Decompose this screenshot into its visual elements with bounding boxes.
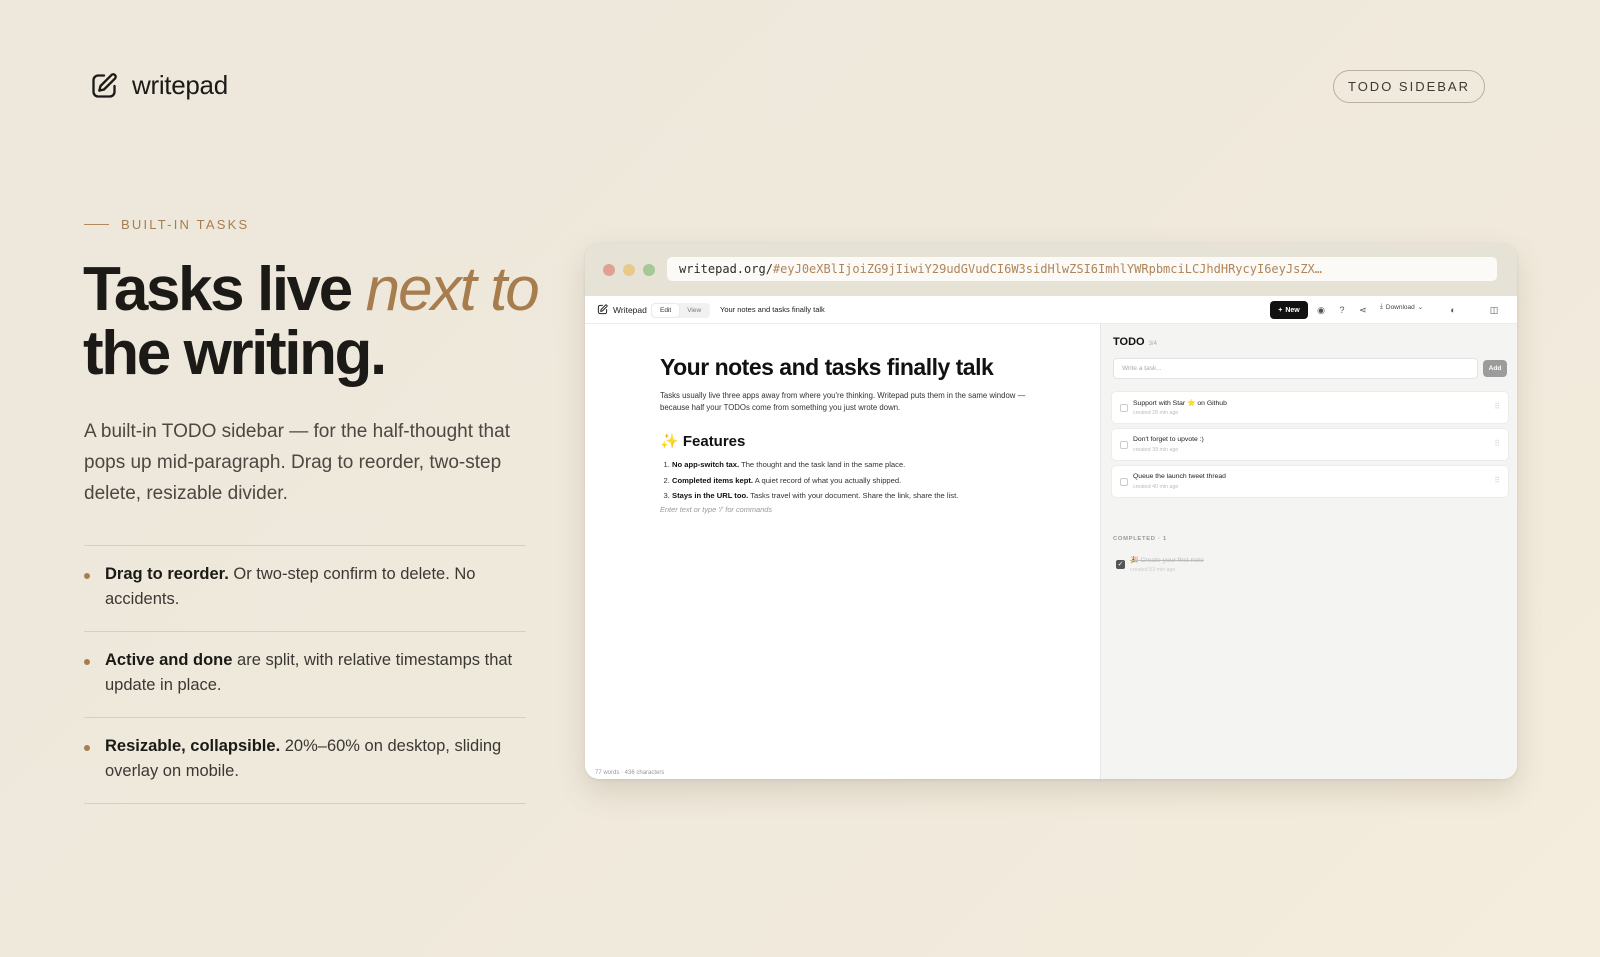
task-text: Support with Star ⭐ on Github: [1133, 400, 1227, 407]
completed-heading: COMPLETED · 1: [1113, 536, 1167, 542]
help-icon[interactable]: ?: [1336, 304, 1348, 316]
feature-item: Resizable, collapsible. 20%–60% on deskt…: [84, 718, 526, 804]
theme-icon[interactable]: ◐: [1447, 304, 1459, 316]
list-bold: Completed items kept.: [672, 475, 754, 485]
section-badge: TODO SIDEBAR: [1333, 70, 1485, 103]
drag-handle-icon[interactable]: ⠿: [1494, 476, 1500, 485]
headline: Tasks live next to the writing.: [83, 258, 563, 386]
chevron-down-icon: ⌄: [1417, 304, 1424, 311]
feature-list: Drag to reorder. Or two-step confirm to …: [84, 545, 526, 804]
feature-text: Resizable, collapsible. 20%–60% on deskt…: [105, 734, 516, 784]
url-hash: #eyJ0eXBlIjoiZG9jIiwiY29udGVudCI6W3sidHl…: [772, 262, 1322, 276]
task-item[interactable]: Don't forget to upvote :) created 39 min…: [1111, 428, 1509, 461]
task-text: Queue the launch tweet thread: [1133, 473, 1226, 480]
bullet-dot: [84, 745, 90, 751]
headline-part1: Tasks live: [83, 255, 366, 324]
list-body: Tasks travel with your document. Share t…: [748, 491, 959, 500]
lede: A built-in TODO sidebar — for the half-t…: [84, 421, 510, 504]
editor-placeholder[interactable]: Enter text or type '/' for commands: [660, 505, 1030, 514]
todo-count: 3/4: [1148, 341, 1157, 347]
add-task-button[interactable]: Add: [1483, 360, 1507, 377]
tab-edit[interactable]: Edit: [652, 304, 680, 317]
task-item[interactable]: Queue the launch tweet thread created 40…: [1111, 465, 1509, 498]
share-icon[interactable]: ⋖: [1357, 304, 1369, 316]
task-checkbox[interactable]: [1120, 478, 1128, 486]
download-icon: ⤓: [1380, 303, 1383, 310]
feature-bold: Resizable, collapsible.: [105, 737, 281, 755]
todo-sidebar: TODO 3/4 Write a task... Add Support with…: [1100, 324, 1517, 779]
feature-item: Drag to reorder. Or two-step confirm to …: [84, 546, 526, 632]
doc-intro: Tasks usually live three apps away from …: [660, 391, 1026, 412]
task-input[interactable]: Write a task...: [1113, 358, 1478, 379]
url-host: writepad.org/: [679, 262, 773, 276]
bullet-dot: [84, 573, 90, 579]
address-bar[interactable]: writepad.org/#eyJ0eXBlIjoiZG9jIiwiY29udG…: [667, 257, 1497, 281]
eyebrow: BUILT-IN TASKS: [84, 217, 249, 232]
drag-handle-icon[interactable]: ⠿: [1494, 402, 1500, 411]
task-checkbox[interactable]: [1120, 441, 1128, 449]
list-body: The thought and the task land in the sam…: [739, 460, 906, 469]
feature-item: Active and done are split, with relative…: [84, 632, 526, 718]
headline-part2: the writing.: [83, 319, 387, 388]
app-logo[interactable]: Writepad: [597, 304, 647, 315]
github-icon[interactable]: ◉: [1315, 304, 1327, 316]
new-document-button[interactable]: + New: [1270, 301, 1308, 319]
task-timestamp: created 39 min ago: [1133, 447, 1179, 453]
list-item: No app-switch tax. The thought and the t…: [672, 457, 1030, 473]
document-title[interactable]: Your notes and tasks finally talk: [720, 305, 825, 314]
close-window-icon[interactable]: [603, 264, 615, 276]
doc-list: No app-switch tax. The thought and the t…: [660, 457, 1030, 504]
list-bold: Stays in the URL too.: [672, 491, 749, 500]
doc-subheading: ✨ Features: [660, 433, 746, 450]
app-toolbar: Writepad Edit View Your notes and tasks …: [585, 296, 1517, 324]
feature-bold: Active and done: [105, 651, 233, 669]
mode-toggle: Edit View: [651, 303, 711, 318]
feature-bold: Drag to reorder.: [105, 565, 229, 583]
task-timestamp: created 28 min ago: [1133, 410, 1179, 416]
task-checkbox[interactable]: [1120, 404, 1128, 412]
brand-logo[interactable]: writepad: [90, 70, 228, 101]
list-bold: No app-switch tax.: [672, 460, 740, 469]
browser-titlebar: writepad.org/#eyJ0eXBlIjoiZG9jIiwiY29udG…: [585, 243, 1517, 296]
word-count: 77 words · 436 characters: [595, 770, 665, 776]
doc-heading: Your notes and tasks finally talk: [660, 354, 994, 380]
app-brand-name: Writepad: [613, 304, 647, 315]
todo-title: TODO 3/4: [1113, 336, 1157, 348]
feature-text: Active and done are split, with relative…: [105, 648, 516, 698]
eyebrow-label: BUILT-IN TASKS: [121, 217, 250, 232]
browser-window: writepad.org/#eyJ0eXBlIjoiZG9jIiwiY29udG…: [585, 243, 1517, 779]
sidebar-toggle-icon[interactable]: ◫: [1488, 304, 1500, 316]
feature-text: Drag to reorder. Or two-step confirm to …: [105, 562, 516, 612]
completed-task-text: 🎉 Create your first note: [1130, 557, 1204, 564]
plus-icon: +: [1278, 306, 1283, 314]
brand-name: writepad: [132, 70, 228, 100]
completed-task-timestamp: created 53 min ago: [1130, 567, 1176, 573]
eyebrow-rule: [84, 224, 109, 225]
editor-pane[interactable]: Your notes and tasks finally talk Tasks …: [585, 324, 1100, 779]
task-timestamp: created 40 min ago: [1133, 484, 1179, 490]
new-label: New: [1285, 306, 1300, 314]
checked-checkbox-icon[interactable]: ✓: [1116, 560, 1125, 569]
task-text: Don't forget to upvote :): [1133, 436, 1204, 443]
download-button[interactable]: ⤓ Download ⌄: [1380, 303, 1423, 311]
tab-view[interactable]: View: [679, 304, 709, 317]
document-body: Your notes and tasks finally talk Tasks …: [660, 354, 1030, 514]
download-label: Download: [1385, 303, 1415, 311]
task-item[interactable]: Support with Star ⭐ on Github created 28…: [1111, 391, 1509, 424]
todo-title-text: TODO: [1113, 336, 1145, 348]
list-item: Completed items kept. A quiet record of …: [672, 473, 1030, 489]
minimize-window-icon[interactable]: [623, 264, 635, 276]
app-viewport: Writepad Edit View Your notes and tasks …: [585, 296, 1517, 779]
headline-accent: next to: [365, 255, 540, 324]
drag-handle-icon[interactable]: ⠿: [1494, 439, 1500, 448]
bullet-dot: [84, 659, 90, 665]
maximize-window-icon[interactable]: [643, 264, 655, 276]
pencil-edit-icon: [597, 304, 608, 315]
list-body: A quiet record of what you actually ship…: [753, 475, 902, 485]
pencil-edit-icon: [92, 72, 117, 98]
list-item: Stays in the URL too. Tasks travel with …: [672, 488, 1030, 504]
